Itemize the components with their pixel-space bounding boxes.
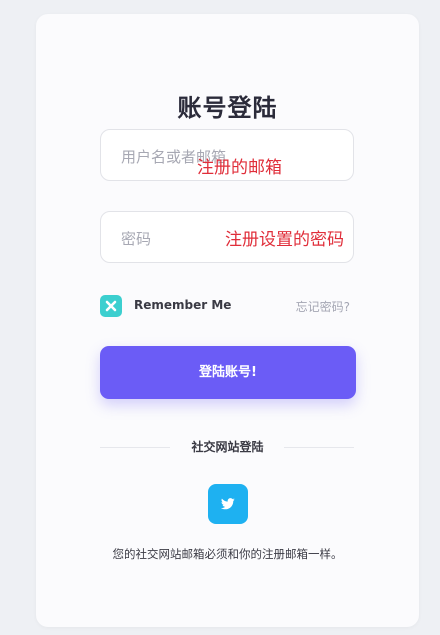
login-button[interactable]: 登陆账号! xyxy=(100,346,356,399)
remember-label: Remember Me xyxy=(134,298,232,312)
password-annotation: 注册设置的密码 xyxy=(225,230,344,250)
forgot-password-link[interactable]: 忘记密码? xyxy=(256,298,350,315)
page-title: 账号登陆 xyxy=(177,94,278,122)
twitter-login-button[interactable] xyxy=(208,484,248,524)
close-icon xyxy=(105,300,117,312)
social-login-label: 社交网站登陆 xyxy=(191,440,264,454)
twitter-icon xyxy=(221,498,235,510)
login-card: 账号登陆 用户名或者邮箱 注册的邮箱 密码 注册设置的密码 Remember M… xyxy=(36,14,419,627)
username-annotation: 注册的邮箱 xyxy=(197,158,282,178)
social-note: 您的社交网站邮箱必须和你的注册邮箱一样。 xyxy=(112,547,343,561)
password-placeholder: 密码 xyxy=(121,230,152,248)
remember-checkbox[interactable] xyxy=(100,295,122,317)
